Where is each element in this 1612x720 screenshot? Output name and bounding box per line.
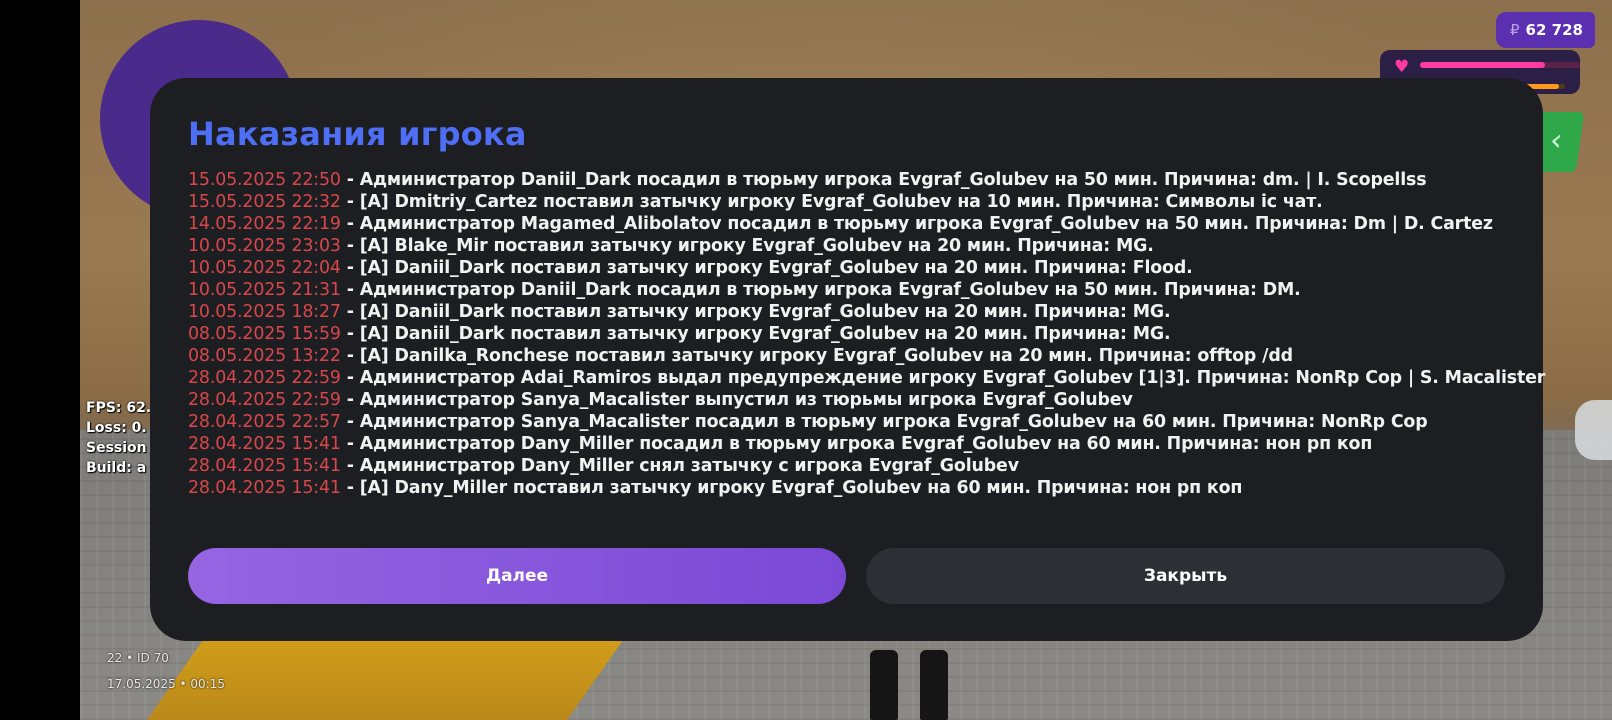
log-entry-text: - Администратор Daniil_Dark посадил в тю… — [340, 280, 1301, 300]
log-entry: 28.04.2025 15:41 - Администратор Dany_Mi… — [188, 433, 1505, 455]
modal-title: Наказания игрока — [188, 115, 527, 153]
log-entry-text: - [A] Dany_Miller поставил затычку игрок… — [340, 478, 1243, 498]
player-id: 22 • ID 70 — [107, 651, 169, 665]
sink — [1575, 400, 1612, 460]
punishment-log: 15.05.2025 22:50 - Администратор Daniil_… — [188, 169, 1545, 499]
log-entry: 15.05.2025 22:50 - Администратор Daniil_… — [188, 169, 1505, 191]
debug-overlay: FPS: 62. Loss: 0. Session Build: a — [86, 398, 151, 478]
log-entry: 14.05.2025 22:19 - Администратор Magamed… — [188, 213, 1505, 235]
log-entry-text: - Администратор Dany_Miller снял затычку… — [340, 456, 1019, 476]
health-bar-fill — [1420, 62, 1545, 68]
log-entry-date: 08.05.2025 13:22 — [188, 346, 341, 366]
money-badge: ₽ 62 728 — [1496, 12, 1595, 48]
money-amount: 62 728 — [1525, 21, 1583, 39]
log-entry-date: 10.05.2025 18:27 — [188, 302, 341, 322]
currency-icon: ₽ — [1510, 21, 1520, 39]
log-entry-date: 08.05.2025 15:59 — [188, 324, 341, 344]
log-entry-text: - [A] Daniil_Dark поставил затычку игрок… — [340, 324, 1171, 344]
log-entry-date: 28.04.2025 22:57 — [188, 412, 341, 432]
log-entry-text: - [A] Daniil_Dark поставил затычку игрок… — [340, 258, 1193, 278]
heart-icon: ♥ — [1394, 57, 1410, 77]
next-button[interactable]: Далее — [188, 548, 846, 604]
log-entry-date: 15.05.2025 22:50 — [188, 170, 341, 190]
log-entry: 15.05.2025 22:32 - [A] Dmitriy_Cartez по… — [188, 191, 1505, 213]
log-entry-date: 10.05.2025 21:31 — [188, 280, 341, 300]
close-button[interactable]: Закрыть — [866, 548, 1505, 604]
loss-label: Loss: 0. — [86, 420, 147, 436]
log-entry-date: 28.04.2025 15:41 — [188, 434, 341, 454]
modal-buttons: Далее Закрыть — [188, 548, 1505, 604]
log-entry: 10.05.2025 21:31 - Администратор Daniil_… — [188, 279, 1505, 301]
log-entry-text: - [A] Blake_Mir поставил затычку игроку … — [340, 236, 1154, 256]
log-entry-text: - Администратор Dany_Miller посадил в тю… — [340, 434, 1373, 454]
log-entry-date: 15.05.2025 22:32 — [188, 192, 341, 212]
session-label: Session — [86, 440, 147, 456]
log-entry-date: 28.04.2025 22:59 — [188, 390, 341, 410]
log-entry-text: - Администратор Sanya_Macalister посадил… — [340, 412, 1428, 432]
log-entry: 10.05.2025 23:03 - [A] Blake_Mir постави… — [188, 235, 1505, 257]
log-entry: 28.04.2025 22:59 - Администратор Adai_Ra… — [188, 367, 1545, 389]
log-entry-date: 28.04.2025 15:41 — [188, 456, 341, 476]
build-label: Build: a — [86, 460, 147, 476]
log-entry-date: 10.05.2025 22:04 — [188, 258, 341, 278]
log-entry-text: - [A] Danilka_Ronchese поставил затычку … — [340, 346, 1293, 366]
log-entry-date: 14.05.2025 22:19 — [188, 214, 341, 234]
log-entry-date: 28.04.2025 15:41 — [188, 478, 341, 498]
log-entry: 28.04.2025 15:41 - Администратор Dany_Mi… — [188, 455, 1505, 477]
log-entry: 28.04.2025 22:59 - Администратор Sanya_M… — [188, 389, 1505, 411]
log-entry-text: - Администратор Sanya_Macalister выпусти… — [340, 390, 1133, 410]
log-entry: 28.04.2025 22:57 - Администратор Sanya_M… — [188, 411, 1505, 433]
punishments-modal: Наказания игрока 15.05.2025 22:50 - Адми… — [150, 78, 1545, 641]
fps-label: FPS: 62. — [86, 400, 152, 416]
log-entry: 28.04.2025 15:41 - [A] Dany_Miller поста… — [188, 477, 1505, 499]
character-legs — [870, 640, 960, 720]
log-entry: 10.05.2025 22:04 - [A] Daniil_Dark поста… — [188, 257, 1505, 279]
log-entry-text: - [A] Dmitriy_Cartez поставил затычку иг… — [340, 192, 1323, 212]
log-entry: 08.05.2025 13:22 - [A] Danilka_Ronchese … — [188, 345, 1505, 367]
log-entry-text: - Администратор Adai_Ramiros выдал преду… — [340, 368, 1546, 388]
health-bar — [1420, 62, 1580, 68]
log-entry-date: 28.04.2025 22:59 — [188, 368, 341, 388]
log-entry-date: 10.05.2025 23:03 — [188, 236, 341, 256]
log-entry: 10.05.2025 18:27 - [A] Daniil_Dark поста… — [188, 301, 1505, 323]
log-entry-text: - Администратор Magamed_Alibolatov посад… — [340, 214, 1493, 234]
datetime-label: 17.05.2025 • 00:15 — [107, 677, 225, 691]
log-entry-text: - [A] Daniil_Dark поставил затычку игрок… — [340, 302, 1171, 322]
log-entry: 08.05.2025 15:59 - [A] Daniil_Dark поста… — [188, 323, 1505, 345]
log-entry-text: - Администратор Daniil_Dark посадил в тю… — [340, 170, 1427, 190]
letterbox-left — [0, 0, 80, 720]
